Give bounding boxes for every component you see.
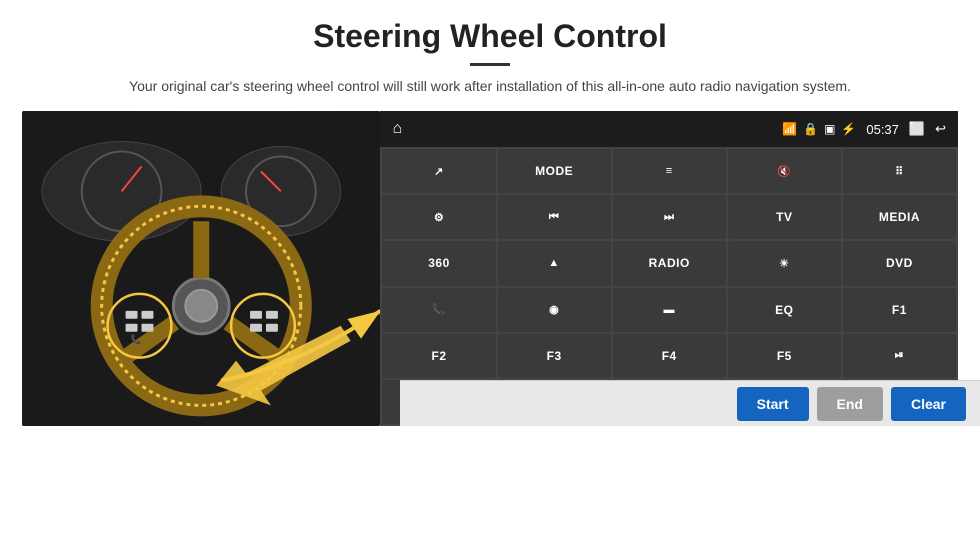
panel-btn-b19[interactable]: EQ [728,288,841,332]
panel-btn-b2[interactable]: MODE [498,149,611,193]
panel-btn-b4[interactable]: 🔇 [728,149,841,193]
start-button[interactable]: Start [737,387,809,421]
status-icons: 📶 🔒 ▣ ⚡ [782,122,856,136]
panel-btn-b8[interactable]: ⏭ [613,195,726,239]
panel-btn-b15[interactable]: DVD [843,241,956,285]
title-divider [470,63,510,66]
page-subtitle: Your original car's steering wheel contr… [0,76,980,97]
svg-text:📞: 📞 [131,334,143,345]
panel-btn-b18[interactable]: ▬ [613,288,726,332]
clear-button[interactable]: Clear [891,387,966,421]
panel-btn-b12[interactable]: ▲ [498,241,611,285]
clock-display: 05:37 [866,122,899,137]
topbar-left: ⌂ [392,120,402,138]
panel-btn-b9[interactable]: TV [728,195,841,239]
panel-btn-b16[interactable]: 📞 [382,288,495,332]
panel-btn-b24[interactable]: F5 [728,334,841,378]
topbar-right: 📶 🔒 ▣ ⚡ 05:37 ⬜ ↩ [782,121,946,137]
back-icon[interactable]: ↩ [935,121,946,137]
panel-btn-b25[interactable]: ⏯ [843,334,956,378]
panel-btn-b11[interactable]: 360 [382,241,495,285]
control-panel: ⌂ 📶 🔒 ▣ ⚡ 05:37 ⬜ ↩ ↗MODE≡🔇⠿ ⚙⏮⏭TVMEDIA 36… [380,111,958,426]
panel-btn-b7[interactable]: ⏮ [498,195,611,239]
panel-btn-b14[interactable]: ☀ [728,241,841,285]
page-title: Steering Wheel Control [0,0,980,55]
main-content: 📞 ⌂ [0,111,980,426]
panel-btn-b6[interactable]: ⚙ [382,195,495,239]
cast-icon: ⬜ [909,121,925,137]
panel-btn-b17[interactable]: ◉ [498,288,611,332]
bottom-action-bar: Start End Clear [400,380,980,426]
lock-icon: 🔒 [803,122,818,136]
sim-icon: ▣ [824,122,835,136]
panel-btn-b10[interactable]: MEDIA [843,195,956,239]
wifi-icon: 📶 [782,122,797,136]
panel-btn-b1[interactable]: ↗ [382,149,495,193]
steering-bg: 📞 [22,111,380,426]
panel-btn-b20[interactable]: F1 [843,288,956,332]
panel-btn-b21[interactable]: F2 [382,334,495,378]
panel-btn-b13[interactable]: RADIO [613,241,726,285]
end-button[interactable]: End [817,387,883,421]
bluetooth-icon: ⚡ [841,122,856,136]
panel-btn-b23[interactable]: F4 [613,334,726,378]
panel-btn-b3[interactable]: ≡ [613,149,726,193]
panel-topbar: ⌂ 📶 🔒 ▣ ⚡ 05:37 ⬜ ↩ [380,111,958,147]
home-icon[interactable]: ⌂ [392,120,402,138]
panel-btn-b22[interactable]: F3 [498,334,611,378]
panel-btn-b5[interactable]: ⠿ [843,149,956,193]
steering-wheel-image: 📞 [22,111,380,426]
